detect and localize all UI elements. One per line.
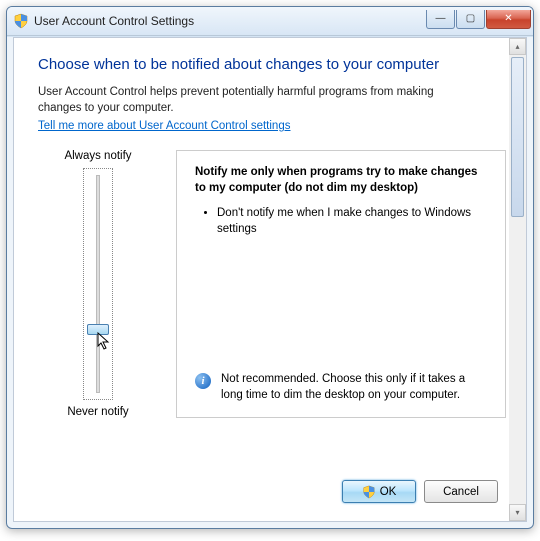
detail-title: Notify me only when programs try to make… <box>195 165 487 196</box>
slider-label-bottom: Never notify <box>38 406 158 418</box>
scroll-up-button[interactable]: ▴ <box>509 38 526 55</box>
info-icon: i <box>195 373 211 389</box>
window-title: User Account Control Settings <box>34 14 426 28</box>
warning-row: i Not recommended. Choose this only if i… <box>195 372 487 403</box>
maximize-button[interactable]: ▢ <box>456 10 485 29</box>
slider-track[interactable] <box>83 168 113 400</box>
window-controls: — ▢ ✕ <box>426 10 531 29</box>
ok-label: OK <box>380 486 397 498</box>
dialog-window: User Account Control Settings — ▢ ✕ ▴ ▾ … <box>6 6 534 529</box>
scroll-thumb[interactable] <box>511 57 524 217</box>
shield-icon <box>362 485 376 499</box>
cancel-button[interactable]: Cancel <box>424 480 498 503</box>
slider-thumb[interactable] <box>87 324 109 335</box>
help-link[interactable]: Tell me more about User Account Control … <box>38 120 290 132</box>
button-row: OK Cancel <box>342 480 498 503</box>
titlebar[interactable]: User Account Control Settings — ▢ ✕ <box>7 7 533 36</box>
page-heading: Choose when to be notified about changes… <box>38 56 506 73</box>
detail-panel: Notify me only when programs try to make… <box>176 150 506 418</box>
slider-column: Always notify Never notify <box>38 150 158 418</box>
warning-text: Not recommended. Choose this only if it … <box>221 372 487 403</box>
detail-list: Don't notify me when I make changes to W… <box>195 206 487 243</box>
close-button[interactable]: ✕ <box>486 10 531 29</box>
minimize-button[interactable]: — <box>426 10 455 29</box>
ok-button[interactable]: OK <box>342 480 416 503</box>
client-area: ▴ ▾ Choose when to be notified about cha… <box>13 37 527 522</box>
page-description: User Account Control helps prevent poten… <box>38 85 478 116</box>
slider-groove <box>96 175 100 393</box>
scroll-down-button[interactable]: ▾ <box>509 504 526 521</box>
scrollbar[interactable]: ▴ ▾ <box>509 38 526 521</box>
detail-bullet: Don't notify me when I make changes to W… <box>217 206 487 237</box>
slider-label-top: Always notify <box>38 150 158 162</box>
cancel-label: Cancel <box>443 486 479 498</box>
main-content: Always notify Never notify Notify me onl… <box>38 150 506 418</box>
shield-icon <box>13 13 29 29</box>
